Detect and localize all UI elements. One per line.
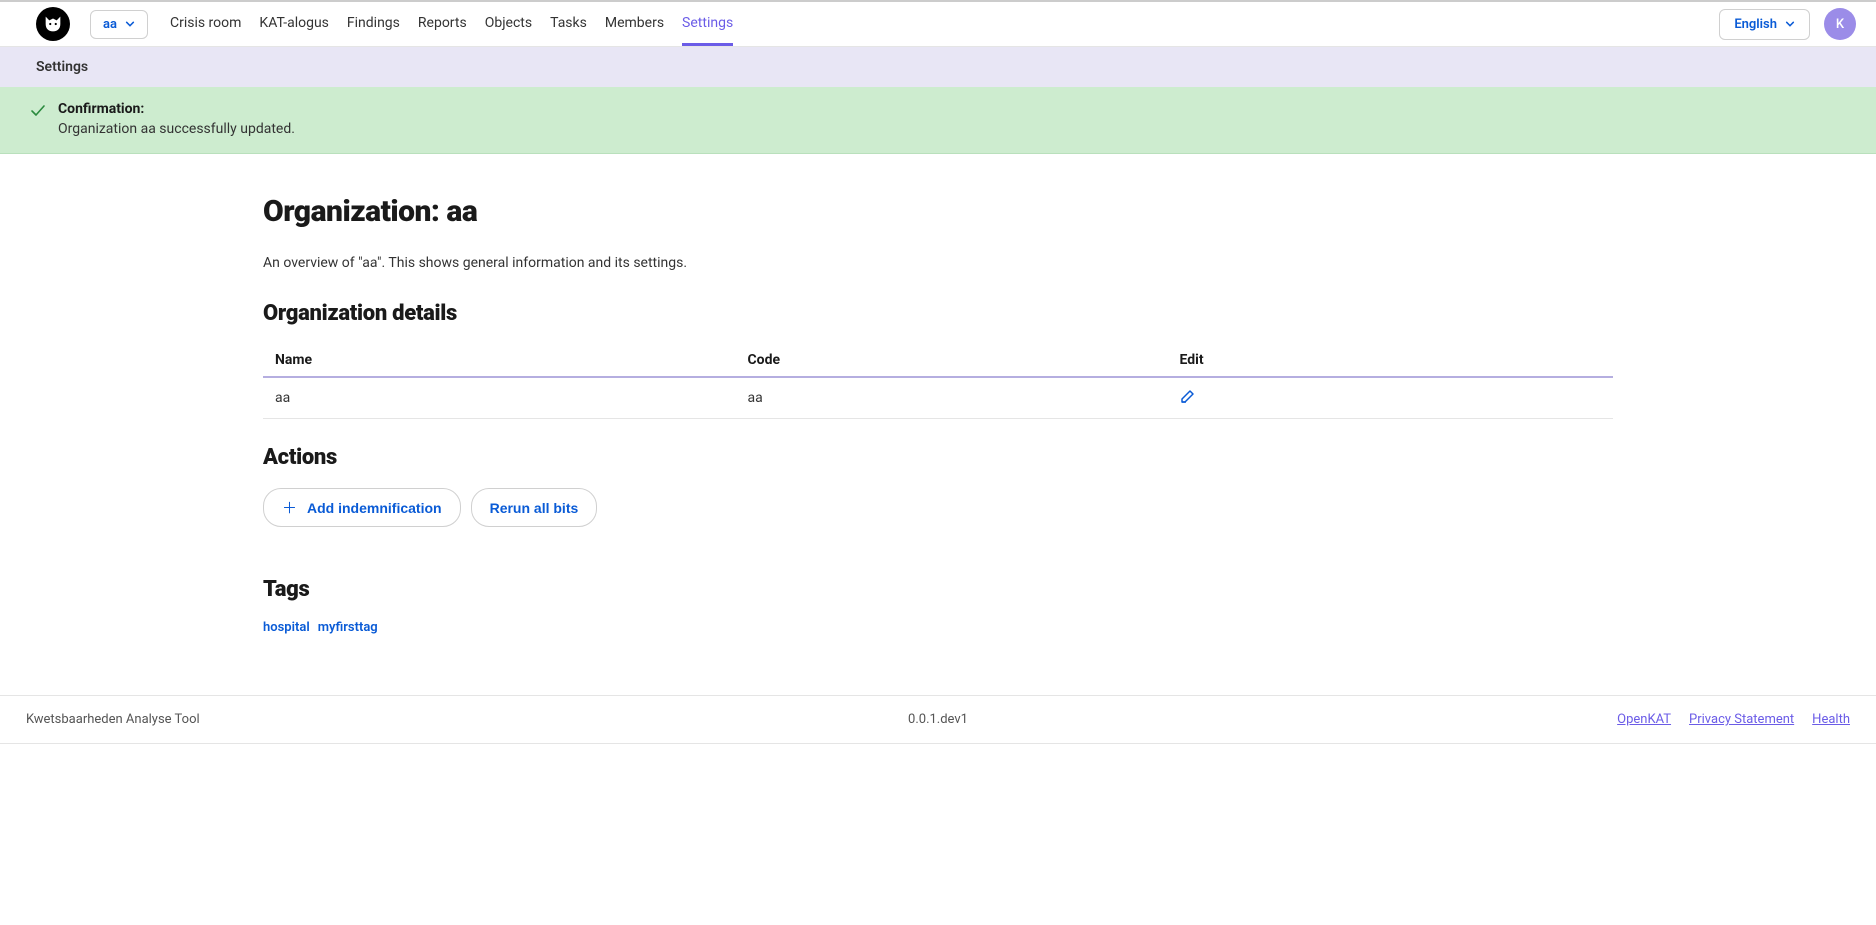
footer-version: 0.0.1.dev1 xyxy=(908,712,968,727)
topbar-right: English K xyxy=(1719,8,1856,40)
avatar-initial: K xyxy=(1836,17,1844,32)
tags-heading: Tags xyxy=(263,577,1613,602)
page-subtext: An overview of "aa". This shows general … xyxy=(263,255,1613,271)
alert-message: Organization aa successfully updated. xyxy=(58,121,295,137)
topbar-left: aa Crisis room KAT-alogus Findings Repor… xyxy=(36,3,733,46)
org-details-heading: Organization details xyxy=(263,301,1613,326)
rerun-all-bits-label: Rerun all bits xyxy=(490,500,579,516)
col-header-edit: Edit xyxy=(1168,344,1614,377)
cell-code: aa xyxy=(736,377,1168,419)
alert-title: Confirmation: xyxy=(58,101,295,117)
alert-body: Confirmation: Organization aa successful… xyxy=(58,101,295,137)
tag-item[interactable]: myfirsttag xyxy=(318,620,378,635)
user-avatar[interactable]: K xyxy=(1824,8,1856,40)
breadcrumb-label: Settings xyxy=(36,59,88,75)
table-header-row: Name Code Edit xyxy=(263,344,1613,377)
nav-reports[interactable]: Reports xyxy=(418,3,467,46)
org-selector-label: aa xyxy=(103,17,117,32)
nav-settings[interactable]: Settings xyxy=(682,3,733,46)
language-label: English xyxy=(1734,17,1777,32)
language-selector[interactable]: English xyxy=(1719,9,1810,40)
col-header-code: Code xyxy=(736,344,1168,377)
page-title: Organization: aa xyxy=(263,194,1613,229)
plus-icon: ＋ xyxy=(282,497,297,518)
col-header-name: Name xyxy=(263,344,736,377)
actions-row: ＋ Add indemnification Rerun all bits xyxy=(263,488,1613,527)
footer-link-health[interactable]: Health xyxy=(1812,712,1850,727)
edit-organization-link[interactable] xyxy=(1180,392,1196,408)
add-indemnification-button[interactable]: ＋ Add indemnification xyxy=(263,488,461,527)
nav-crisis-room[interactable]: Crisis room xyxy=(170,3,241,46)
confirmation-alert: Confirmation: Organization aa successful… xyxy=(0,87,1876,154)
nav-kat-alogus[interactable]: KAT-alogus xyxy=(259,3,328,46)
topbar: aa Crisis room KAT-alogus Findings Repor… xyxy=(0,0,1876,47)
actions-heading: Actions xyxy=(263,445,1613,470)
footer-left: Kwetsbaarheden Analyse Tool xyxy=(26,712,200,727)
check-icon xyxy=(30,103,46,119)
tag-item[interactable]: hospital xyxy=(263,620,310,635)
footer-links: OpenKAT Privacy Statement Health xyxy=(1617,712,1850,727)
footer: Kwetsbaarheden Analyse Tool 0.0.1.dev1 O… xyxy=(0,695,1876,744)
rerun-all-bits-button[interactable]: Rerun all bits xyxy=(471,488,598,527)
tags-section: Tags hospital myfirsttag xyxy=(263,577,1613,635)
footer-link-privacy[interactable]: Privacy Statement xyxy=(1689,712,1794,727)
nav-members[interactable]: Members xyxy=(605,3,664,46)
edit-icon xyxy=(1180,388,1196,404)
org-details-table: Name Code Edit aa aa xyxy=(263,344,1613,419)
breadcrumb: Settings xyxy=(0,47,1876,87)
org-selector[interactable]: aa xyxy=(90,10,148,39)
add-indemnification-label: Add indemnification xyxy=(307,500,442,516)
chevron-down-icon xyxy=(125,19,135,29)
tags-list: hospital myfirsttag xyxy=(263,620,1613,635)
app-logo[interactable] xyxy=(36,7,70,41)
cell-name: aa xyxy=(263,377,736,419)
nav-tasks[interactable]: Tasks xyxy=(550,3,587,46)
main-content: Organization: aa An overview of "aa". Th… xyxy=(263,154,1613,695)
nav-findings[interactable]: Findings xyxy=(347,3,400,46)
cell-edit xyxy=(1168,377,1614,419)
footer-link-openkat[interactable]: OpenKAT xyxy=(1617,712,1671,727)
chevron-down-icon xyxy=(1785,19,1795,29)
cat-logo-icon xyxy=(42,13,64,35)
table-row: aa aa xyxy=(263,377,1613,419)
main-nav: Crisis room KAT-alogus Findings Reports … xyxy=(170,3,733,46)
nav-objects[interactable]: Objects xyxy=(485,3,532,46)
